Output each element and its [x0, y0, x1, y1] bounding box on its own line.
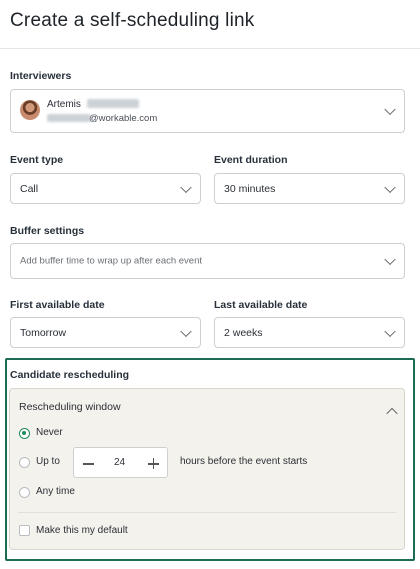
radio-any-time[interactable]	[19, 487, 30, 498]
last-date-label: Last available date	[214, 299, 308, 311]
interviewers-select[interactable]: Artemis @workable.com	[10, 89, 405, 133]
hours-value[interactable]: 24	[114, 457, 125, 468]
page-title: Create a self-scheduling link	[10, 10, 255, 31]
hours-before-label: hours before the event starts	[180, 456, 308, 467]
buffer-placeholder: Add buffer time to wrap up after each ev…	[20, 255, 203, 267]
redacted-surname	[87, 99, 139, 108]
chevron-down-icon	[180, 325, 192, 337]
chevron-up-icon	[386, 407, 398, 420]
event-duration-value: 30 minutes	[224, 182, 276, 195]
hours-stepper[interactable]: 24	[73, 447, 168, 478]
chevron-down-icon	[384, 103, 396, 116]
chevron-down-icon	[384, 181, 396, 193]
first-date-value: Tomorrow	[20, 326, 67, 339]
interviewer-name: Artemis	[47, 99, 81, 110]
interviewer-email-domain: @workable.com	[89, 113, 158, 124]
radio-never-label: Never	[36, 427, 63, 438]
event-type-select[interactable]: Call	[10, 173, 201, 204]
buffer-settings-select[interactable]: Add buffer time to wrap up after each ev…	[10, 243, 405, 279]
event-type-label: Event type	[10, 154, 64, 166]
first-date-select[interactable]: Tomorrow	[10, 317, 201, 348]
divider	[18, 512, 396, 513]
radio-never[interactable]	[19, 428, 30, 439]
chevron-down-icon	[384, 325, 396, 337]
last-date-value: 2 weeks	[224, 326, 263, 339]
default-checkbox[interactable]	[19, 525, 30, 536]
candidate-rescheduling-label: Candidate rescheduling	[10, 369, 130, 381]
event-duration-select[interactable]: 30 minutes	[214, 173, 405, 204]
minus-icon	[83, 463, 94, 465]
chevron-down-icon	[384, 253, 396, 266]
event-duration-label: Event duration	[214, 154, 288, 166]
first-date-label: First available date	[10, 299, 105, 311]
radio-up-to-label: Up to	[36, 456, 60, 467]
chevron-down-icon	[180, 181, 192, 193]
page-header: Create a self-scheduling link	[0, 0, 420, 49]
rescheduling-window-title: Rescheduling window	[19, 401, 121, 413]
collapse-panel-button[interactable]	[385, 404, 399, 420]
last-date-select[interactable]: 2 weeks	[214, 317, 405, 348]
redacted-email-user	[47, 114, 91, 122]
interviewers-label: Interviewers	[10, 70, 72, 82]
default-checkbox-label: Make this my default	[36, 525, 128, 536]
event-type-value: Call	[20, 182, 39, 195]
radio-up-to[interactable]	[19, 457, 30, 468]
radio-any-time-label: Any time	[36, 486, 75, 497]
avatar	[20, 100, 40, 120]
buffer-settings-label: Buffer settings	[10, 225, 85, 237]
